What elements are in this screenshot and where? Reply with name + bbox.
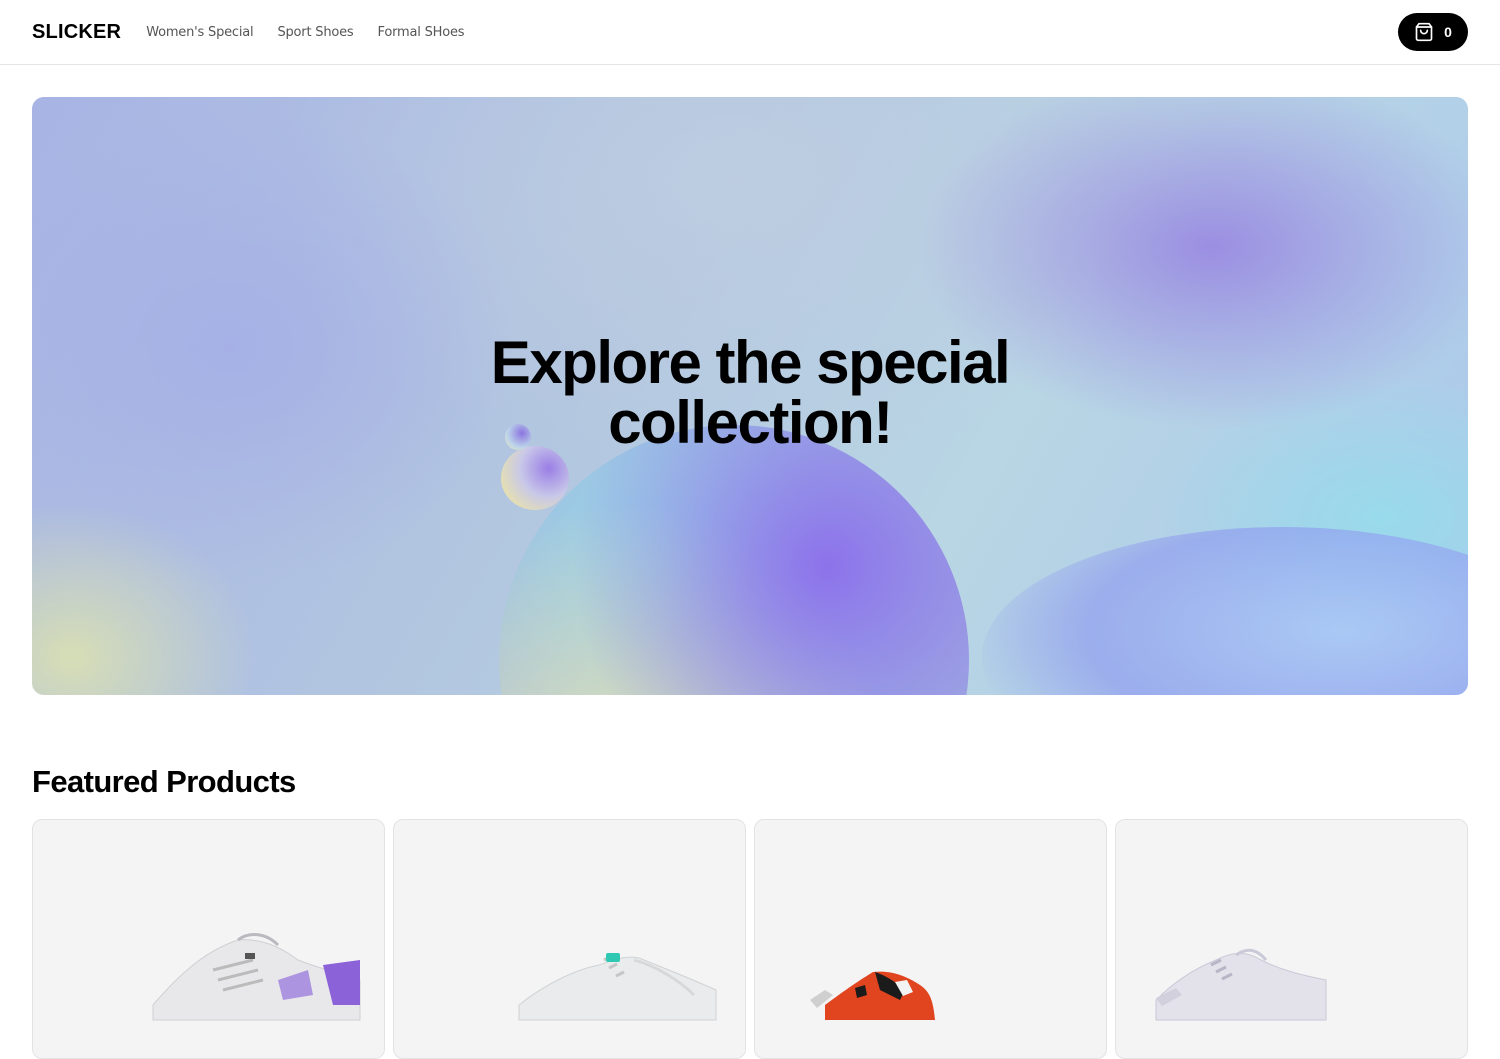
hero-wave-decoration xyxy=(982,527,1468,695)
hero-title-line-1: Explore the special xyxy=(490,329,1011,396)
nav-link-formal-shoes[interactable]: Formal SHoes xyxy=(378,25,465,40)
site-header: SLICKER Women's Special Sport Shoes Form… xyxy=(0,0,1500,65)
hero-large-sphere xyxy=(499,425,969,695)
hero-title: Explore the special collection! xyxy=(32,333,1468,453)
hero-small-sphere xyxy=(501,446,569,510)
nav-link-sport-shoes[interactable]: Sport Shoes xyxy=(277,25,353,40)
shopping-bag-icon xyxy=(1414,22,1434,42)
cart-count: 0 xyxy=(1444,24,1452,40)
product-card[interactable] xyxy=(32,819,385,1059)
product-card[interactable] xyxy=(1115,819,1468,1059)
hero-banner: Explore the special collection! xyxy=(32,97,1468,695)
orange-black-sneaker-icon xyxy=(810,971,935,1020)
main-nav: Women's Special Sport Shoes Formal SHoes xyxy=(146,25,464,40)
lavender-white-sneaker-icon xyxy=(1155,948,1327,1021)
nav-link-womens-special[interactable]: Women's Special xyxy=(146,25,253,40)
cart-button[interactable]: 0 xyxy=(1398,13,1468,51)
product-grid xyxy=(32,819,1468,1059)
hero-title-line-2: collection! xyxy=(608,389,893,456)
white-sneaker-teal-accent-icon xyxy=(518,953,717,1021)
featured-products-title: Featured Products xyxy=(32,764,296,799)
product-card[interactable] xyxy=(393,819,746,1059)
site-logo[interactable]: SLICKER xyxy=(32,21,121,44)
white-sneaker-purple-accent-icon xyxy=(152,933,361,1021)
product-card[interactable] xyxy=(754,819,1107,1059)
